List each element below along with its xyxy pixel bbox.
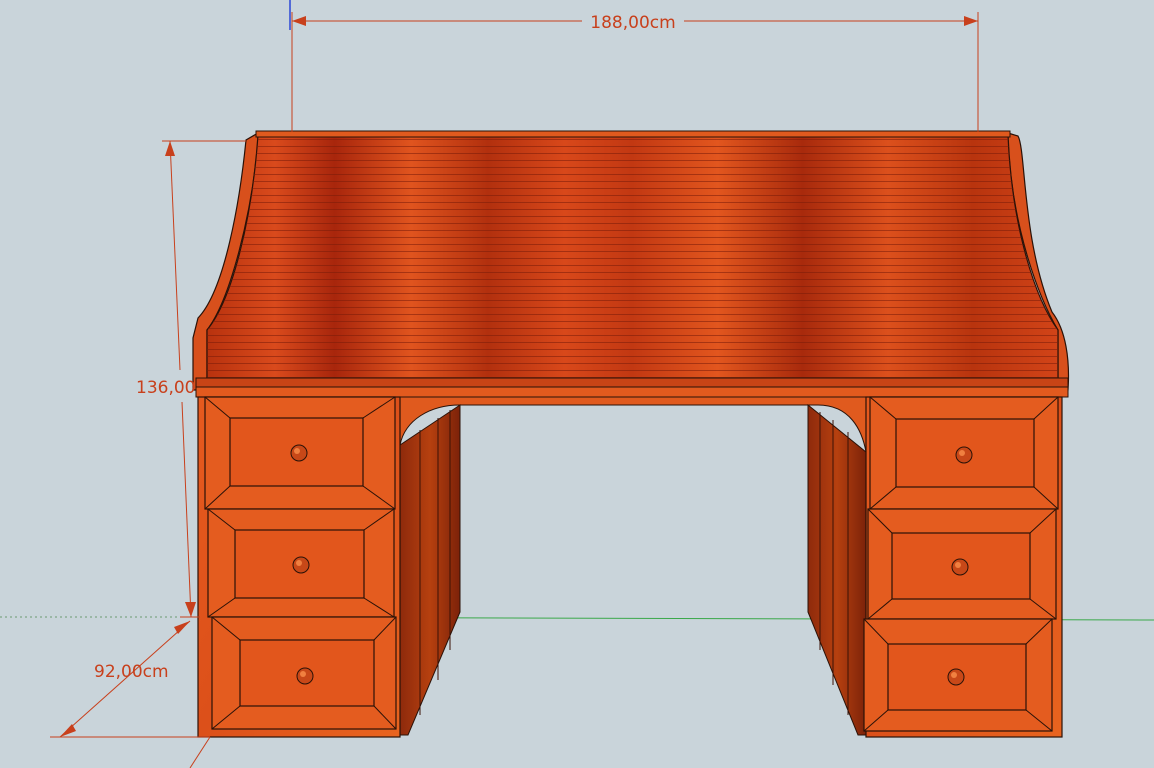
desk-top-apron: [195, 386, 1069, 398]
right-drawer-2[interactable]: [867, 508, 1057, 620]
left-drawer-1[interactable]: [204, 396, 396, 510]
dimension-height-label: 136,00: [136, 378, 195, 398]
tambour-slats: [207, 135, 1058, 380]
dimension-depth-label: 92,00cm: [94, 662, 169, 682]
dimension-depth[interactable]: 92,00cm: [50, 620, 211, 768]
left-drawer-2[interactable]: [207, 508, 395, 618]
kneehole-apron: [397, 396, 867, 453]
left-drawer-3[interactable]: [211, 616, 397, 730]
right-kneehole-panel: [807, 403, 867, 736]
dimension-width[interactable]: 188,00cm: [291, 12, 979, 132]
scene-canvas[interactable]: 188,00cm 136,00 92,00cm: [0, 0, 1154, 768]
right-drawer-3[interactable]: [863, 618, 1053, 732]
desk-model[interactable]: [192, 130, 1070, 738]
dimension-width-label: 188,00cm: [590, 13, 675, 33]
roll-top-cap: [255, 130, 1011, 138]
modeling-viewport[interactable]: 188,00cm 136,00 92,00cm: [0, 0, 1154, 768]
right-drawer-1[interactable]: [869, 396, 1059, 510]
left-kneehole-panel: [399, 404, 461, 736]
